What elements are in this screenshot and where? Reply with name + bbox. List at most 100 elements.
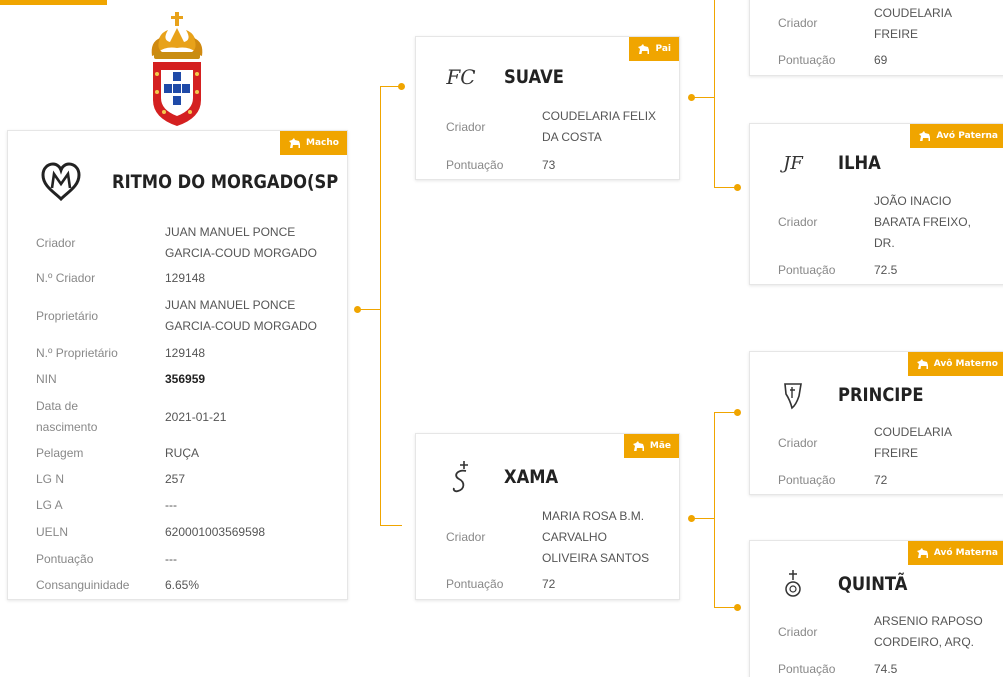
principe-breeder-value: COUDELARIA FREIRE [874,425,952,460]
sire-name: SUAVE [504,66,564,88]
criador-label: Criador [778,435,818,450]
sire-breeder-value: COUDELARIA FELIX DA COSTA [542,109,657,144]
paternal-grandmother-card[interactable]: Avó Paterna JF ILHA Criador JOÃO INACIO … [749,123,1003,285]
grandparent-badge: Avó Materna [907,541,1003,565]
pontuacao-label: Pontuação [446,158,504,172]
connector-main-vertical [380,86,381,526]
field-label: Proprietário [36,308,99,323]
sire-card[interactable]: Pai FC SUAVE Criador COUDELARIA FELIX DA… [415,36,680,180]
field-label: UELN [36,525,69,539]
grandparent-badge: Avó Paterna [910,124,1003,148]
dam-badge: Mãe [623,434,679,458]
quinta-breeder-value: ARSENIO RAPOSO CORDEIRO, ARQ. [874,614,983,649]
brand-mark-icon: JF [783,152,803,174]
owner-number-value: 129148 [165,346,206,360]
gp-top-score-value: 69 [874,53,888,67]
pontuacao-label: Pontuação [778,473,836,487]
connector-dot [354,306,361,313]
owner-value: JUAN MANUEL PONCE GARCIA-COUD MORGADO [165,298,318,333]
maternal-grandfather-card[interactable]: Avô Materno PRINCIPE Criador COUDELARIA … [749,351,1003,495]
maternal-grandmother-card[interactable]: Avó Materna QUINTÃ Criador ARSENIO RAPOS… [749,540,1003,677]
field-label: NIN [36,372,57,386]
connector-dot [398,83,405,90]
birth-date-value: 2021-01-21 [165,409,227,424]
horse-name: RITMO DO MORGADO(SP [112,171,339,193]
top-accent-bar [0,0,107,5]
inbreeding-value: 6.65% [165,578,200,592]
criador-label: Criador [778,624,818,639]
quinta-name: QUINTÃ [838,573,908,595]
ueln-value: 620001003569598 [165,525,266,539]
gp-top-breeder-value: COUDELARIA FREIRE [874,6,952,41]
connector-dot [688,515,695,522]
ilha-breeder-value: JOÃO INACIO BARATA FREIXO, DR. [874,194,971,250]
field-label: LG A [36,498,63,512]
horse-icon [919,131,931,141]
sex-badge-label: Macho [306,138,339,148]
cross-ring-brand-icon [778,569,808,599]
field-label: N.º Criador [36,271,96,285]
field-label: LG N [36,472,65,486]
coat-value: RUÇA [165,446,200,460]
breeder-number-value: 129148 [165,271,206,285]
score-value: --- [165,552,177,566]
connector-dot [734,409,741,416]
sex-badge: Macho [280,131,347,155]
field-label: Pelagem [36,446,84,460]
field-label: Data de nascimento [36,399,98,434]
principe-score-value: 72 [874,473,888,487]
connector-dam-stub [692,518,714,519]
crest-logo [151,12,203,126]
horse-icon [916,359,928,369]
field-label: Pontuação [36,552,94,566]
connector-dam-vertical [714,412,715,608]
breeder-value: JUAN MANUEL PONCE GARCIA-COUD MORGADO [165,225,318,260]
lgn-value: 257 [165,472,186,486]
ring-cross-brand-icon [446,460,476,494]
sire-badge-label: Pai [655,44,671,54]
connector-to-dam [380,525,402,526]
criador-label: Criador [778,214,818,229]
connector-main-stub [358,309,380,310]
grandparent-badge: Avô Materno [907,352,1003,376]
grandparent-card-top[interactable]: Criador COUDELARIA FREIRE Pontuação 69 [749,0,1003,76]
dam-badge-label: Mãe [649,441,671,451]
grandparent-badge-label: Avó Paterna [936,131,998,141]
ilha-score-value: 72.5 [874,263,898,277]
horse-icon [638,44,650,54]
ilha-name: ILHA [838,152,881,174]
field-label: Criador [36,235,76,250]
connector-dot [734,184,741,191]
pontuacao-label: Pontuação [778,263,836,277]
connector-sire-stub [692,97,714,98]
field-label: N.º Proprietário [36,346,118,360]
sire-score-value: 73 [542,158,556,172]
shield-brand-icon [778,380,808,410]
horse-icon [632,441,644,451]
brand-mark-icon: FC [446,65,476,89]
pontuacao-label: Pontuação [778,662,836,676]
connector-dot [734,604,741,611]
criador-label: Criador [446,119,486,134]
dam-score-value: 72 [542,577,556,591]
grandparent-badge-label: Avó Materna [933,548,998,558]
nin-value: 356959 [165,372,206,386]
horse-icon [289,138,301,148]
sire-badge: Pai [629,37,679,61]
criador-label: Criador [778,15,818,30]
dam-name: XAMA [504,466,559,488]
quinta-score-value: 74.5 [874,662,898,676]
dam-card[interactable]: Mãe XAMA Criador MARIA ROSA B.M. CARVALH… [415,433,680,600]
heart-m-brand-icon [38,159,84,205]
connector-dot [688,94,695,101]
dam-breeder-value: MARIA ROSA B.M. CARVALHO OLIVEIRA SANTOS [542,509,650,565]
criador-label: Criador [446,529,486,544]
pontuacao-label: Pontuação [778,53,836,67]
horse-card[interactable]: Macho RITMO DO MORGADO(SP Criador JUAN M… [7,130,348,600]
pontuacao-label: Pontuação [446,577,504,591]
principe-name: PRINCIPE [838,384,924,406]
field-label: Consanguinidade [36,578,130,592]
horse-icon [916,548,928,558]
lga-value: --- [165,498,177,512]
connector-sire-vertical [714,0,715,188]
